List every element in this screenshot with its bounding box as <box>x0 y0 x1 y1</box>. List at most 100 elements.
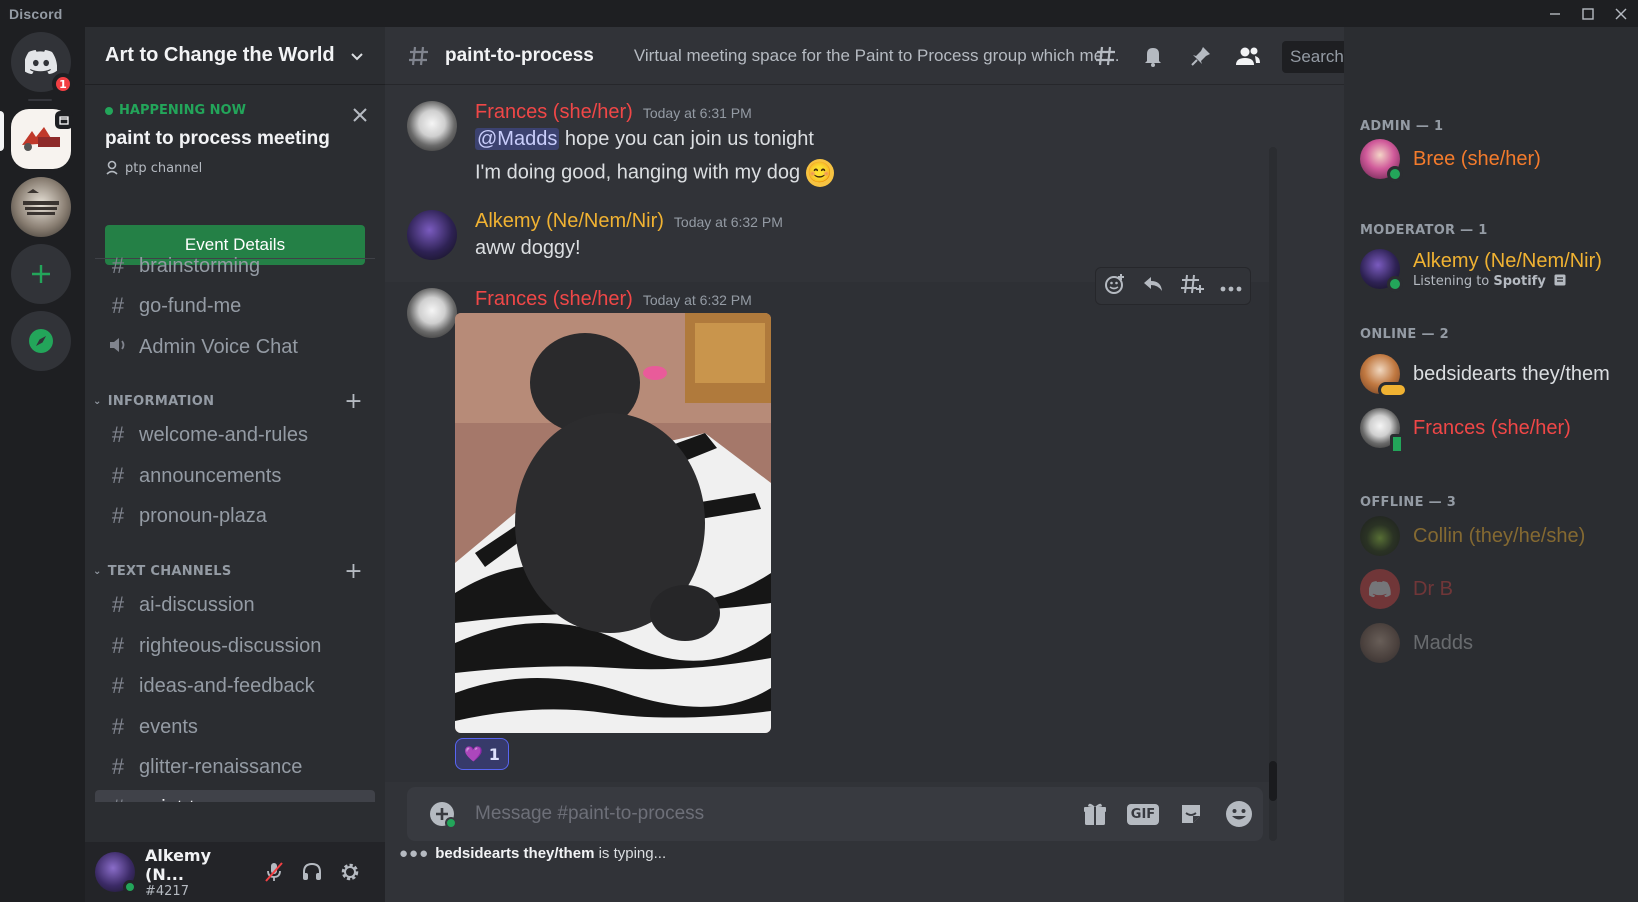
channel-paint-to-process[interactable]: # paint-to-process <box>95 790 375 802</box>
channel-announcements[interactable]: # announcements <box>95 458 375 494</box>
server-future-authors[interactable] <box>11 177 71 237</box>
bell-icon[interactable] <box>1138 41 1168 71</box>
member-group-moderator: MODERATOR — 1 <box>1360 223 1488 238</box>
message-list: Frances (she/her) Today at 6:31 PM @Madd… <box>385 85 1344 841</box>
app-title: Discord <box>9 5 63 22</box>
member-group-admin: ADMIN — 1 <box>1360 119 1444 134</box>
guild-header[interactable]: Art to Change the World <box>85 27 385 85</box>
scrollbar-track[interactable] <box>1269 147 1277 841</box>
create-thread-icon[interactable] <box>1180 273 1204 300</box>
add-channel-icon[interactable]: + <box>344 559 363 584</box>
channel-topic[interactable]: Virtual meeting space for the Paint to P… <box>634 46 1124 66</box>
category-label: INFORMATION <box>107 393 215 409</box>
activity-prefix: Listening to <box>1413 273 1494 289</box>
scrollbar-thumb[interactable] <box>1269 761 1277 801</box>
close-icon[interactable] <box>353 103 367 127</box>
emoji-picker-icon[interactable] <box>1215 800 1263 828</box>
member-dr-b[interactable]: Dr B <box>1360 567 1630 611</box>
smile-emoji-icon: 😊 <box>805 159 834 187</box>
event-location-label: ptp channel <box>125 160 203 176</box>
member-bree[interactable]: Bree (she/her) <box>1360 137 1630 182</box>
image-attachment[interactable] <box>455 313 771 733</box>
message-input[interactable]: Message #paint-to-process <box>475 803 1071 825</box>
avatar <box>1360 408 1404 454</box>
pin-icon[interactable] <box>1186 41 1216 71</box>
message-author[interactable]: Frances (she/her) <box>475 288 633 311</box>
message-author[interactable]: Frances (she/her) <box>475 101 633 124</box>
avatar[interactable] <box>407 210 457 260</box>
settings-gear-icon[interactable] <box>331 854 369 890</box>
channel-admin-voice-chat[interactable]: Admin Voice Chat <box>95 329 375 365</box>
channel-righteous-discussion[interactable]: # righteous-discussion <box>95 628 375 664</box>
channel-list-clip: # paint-to-process <box>95 790 375 802</box>
channel-glitter-renaissance[interactable]: # glitter-renaissance <box>95 749 375 785</box>
member-madds[interactable]: Madds <box>1360 621 1630 665</box>
online-status-icon <box>1387 166 1403 182</box>
user-info[interactable]: Alkemy (N... #4217 <box>145 846 255 899</box>
user-mention[interactable]: @Madds <box>475 128 560 150</box>
avatar <box>1360 354 1408 398</box>
hash-icon: # <box>111 714 125 739</box>
compass-icon <box>29 329 53 353</box>
thread-channel-icon: # <box>111 293 125 318</box>
add-reaction-icon[interactable] <box>1104 273 1126 300</box>
member-bedsidearts[interactable]: bedsidearts they/them <box>1360 352 1630 398</box>
channel-brainstorming[interactable]: # brainstorming <box>95 248 375 284</box>
sticker-icon[interactable] <box>1167 802 1215 826</box>
discord-logo-icon <box>1369 581 1391 597</box>
member-name: Bree (she/her) <box>1413 147 1541 170</box>
upload-plus-icon[interactable] <box>429 801 457 833</box>
channel-ai-discussion[interactable]: # ai-discussion <box>95 587 375 623</box>
location-pin-icon <box>106 160 118 175</box>
member-name: Alkemy (Ne/Nem/Nir) <box>1413 249 1602 272</box>
event-status: HAPPENING NOW <box>105 103 375 118</box>
gift-icon[interactable] <box>1071 801 1119 827</box>
message-header: Frances (she/her) Today at 6:31 PM <box>475 101 752 124</box>
user-name: Alkemy (N... <box>145 845 212 884</box>
headphones-icon[interactable] <box>293 854 331 890</box>
category-information[interactable]: ⌄ INFORMATION + <box>85 389 385 414</box>
channel-ideas-and-feedback[interactable]: # ideas-and-feedback <box>95 668 375 704</box>
maximize-icon[interactable] <box>1571 0 1605 27</box>
channel-go-fund-me[interactable]: # go-fund-me <box>95 288 375 324</box>
member-collin[interactable]: Collin (they/he/she) <box>1360 514 1630 558</box>
direct-messages-button[interactable]: 1 <box>11 32 74 95</box>
member-list-icon[interactable] <box>1233 41 1263 71</box>
message-composer[interactable]: Message #paint-to-process GIF <box>407 787 1263 841</box>
category-label: TEXT CHANNELS <box>107 563 232 579</box>
member-list: ADMIN — 1 Bree (she/her) MODERATOR — 1 A… <box>1344 27 1638 902</box>
rail-divider <box>28 99 52 101</box>
channel-welcome-and-rules[interactable]: # welcome-and-rules <box>95 417 375 453</box>
channel-events[interactable]: # events <box>95 709 375 745</box>
member-group-online: ONLINE — 2 <box>1360 327 1449 342</box>
close-window-icon[interactable] <box>1604 0 1638 27</box>
member-name: Dr B <box>1413 577 1453 600</box>
message-author[interactable]: Alkemy (Ne/Nem/Nir) <box>475 210 664 233</box>
reply-icon[interactable] <box>1142 275 1164 298</box>
guild-name: Art to Change the World <box>105 44 335 66</box>
channel-label: welcome-and-rules <box>139 423 308 446</box>
explore-servers-button[interactable] <box>11 311 71 371</box>
add-channel-icon[interactable]: + <box>344 389 363 414</box>
thread-channel-icon: # <box>105 795 131 802</box>
mute-microphone-icon[interactable] <box>255 854 293 890</box>
server-art-to-change-the-world[interactable] <box>11 109 73 169</box>
event-card: HAPPENING NOW paint to process meeting p… <box>85 85 385 265</box>
gif-button[interactable]: GIF <box>1119 803 1167 825</box>
avatar[interactable] <box>95 852 137 894</box>
minimize-icon[interactable] <box>1538 0 1572 27</box>
member-frances[interactable]: Frances (she/her) <box>1360 406 1630 454</box>
category-text-channels[interactable]: ⌄ TEXT CHANNELS + <box>85 559 385 584</box>
reaction-heart[interactable]: 💜 1 <box>455 738 509 770</box>
more-options-icon[interactable] <box>1220 276 1242 297</box>
add-server-button[interactable] <box>11 244 71 304</box>
channel-pronoun-plaza[interactable]: # pronoun-plaza <box>95 498 375 534</box>
channel-label: ideas-and-feedback <box>139 674 315 697</box>
avatar[interactable] <box>407 101 457 151</box>
channel-label: pronoun-plaza <box>139 504 267 527</box>
threads-icon[interactable] <box>1091 41 1121 71</box>
avatar[interactable] <box>407 288 457 338</box>
channel-header: paint-to-process Virtual meeting space f… <box>385 27 1548 85</box>
title-bar: Discord <box>0 0 1638 27</box>
member-alkemy[interactable]: Alkemy (Ne/Nem/Nir) Listening to Spotify <box>1360 247 1630 292</box>
